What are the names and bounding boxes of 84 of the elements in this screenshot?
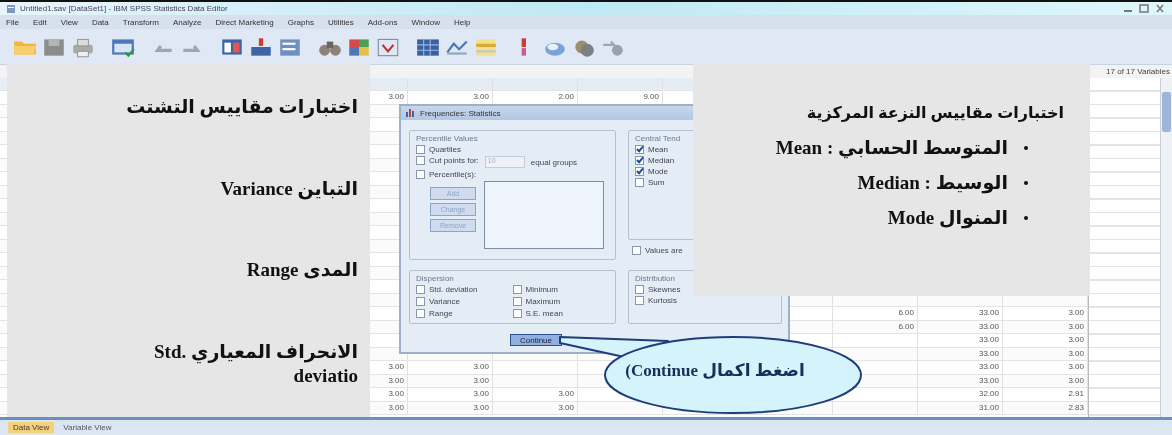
table-cell: 3.00: [493, 401, 578, 414]
menu-item[interactable]: View: [60, 17, 78, 27]
table-cell: 3.00: [408, 374, 493, 387]
menu-item[interactable]: Graphs: [287, 17, 314, 27]
menu-item[interactable]: File: [6, 17, 19, 27]
group-label: Central Tend: [635, 134, 682, 143]
dialog-title: Frequencies: Statistics: [420, 108, 501, 118]
measure-label: الوسيط : Median: [857, 171, 1008, 194]
menu-item[interactable]: Analyze: [172, 17, 202, 27]
menu-item[interactable]: Data: [91, 17, 109, 27]
maximize-icon[interactable]: [1138, 4, 1150, 13]
equal-groups-label: equal groups: [530, 157, 578, 167]
table-cell: 31.00: [918, 401, 1003, 414]
option-checkbox[interactable]: Kurtosis: [635, 296, 677, 305]
menu-item[interactable]: Help: [453, 17, 471, 27]
table-cell: 33.00: [918, 347, 1003, 360]
percentile-list[interactable]: [484, 181, 604, 249]
table-cell: 3.00: [1003, 361, 1088, 374]
option-checkbox[interactable]: Std. deviation: [416, 285, 478, 294]
measure-label: المدى Range: [245, 258, 358, 283]
option-checkbox[interactable]: Variance: [416, 297, 460, 306]
table-cell: 9.00: [578, 91, 663, 104]
scroll-thumb[interactable]: [1162, 92, 1171, 132]
table-cell: 3.00: [408, 91, 493, 104]
table-cell: 33.00: [918, 361, 1003, 374]
option-checkbox[interactable]: S.E. mean: [512, 309, 563, 318]
bullet-icon: [1024, 180, 1028, 185]
option-checkbox[interactable]: Maximum: [512, 297, 561, 306]
view-tab[interactable]: Data View: [8, 422, 55, 433]
app-icon: [6, 3, 16, 14]
menu-item[interactable]: Direct Marketing: [215, 17, 274, 27]
table-cell: 3.00: [408, 388, 493, 401]
measure-label: التباين Variance: [219, 176, 358, 202]
group-label: Percentile Values: [416, 134, 479, 143]
table-cell: 33.00: [918, 320, 1003, 333]
table-cell: 33.00: [918, 334, 1003, 347]
chart-icon: [405, 108, 416, 118]
table-cell: 33.00: [918, 374, 1003, 387]
table-cell: 32.00: [918, 388, 1003, 401]
menu-item[interactable]: Edit: [32, 17, 47, 27]
close-icon[interactable]: [1154, 4, 1166, 13]
group-label: Dispersion: [416, 274, 455, 283]
option-checkbox[interactable]: Range: [416, 309, 453, 318]
menu-item[interactable]: Add-ons: [367, 17, 398, 27]
scrollbar[interactable]: [1160, 78, 1172, 417]
menu-item[interactable]: Utilities: [327, 17, 354, 27]
option-checkbox[interactable]: Skewnes: [635, 285, 681, 294]
option-checkbox[interactable]: Minimum: [512, 285, 558, 294]
percentiles-checkbox[interactable]: Percentile(s):: [416, 170, 477, 179]
measure-label: المنوال Mode: [887, 206, 1008, 229]
table-cell: 3.00: [1003, 347, 1088, 360]
table-cell: 2.91: [1003, 388, 1088, 401]
window-title: Untitled1.sav [DataSet1] - IBM SPSS Statistics Data Editor: [20, 4, 228, 13]
measure-label: المتوسط الحسابي : Mean: [775, 136, 1008, 159]
menu-item[interactable]: Transform: [122, 17, 159, 27]
option-checkbox[interactable]: Sum: [635, 178, 665, 187]
continue-button[interactable]: Continue: [510, 334, 562, 346]
table-cell: 3.00: [408, 361, 493, 374]
group-label: Distribution: [635, 274, 676, 283]
table-cell: 2.00: [493, 91, 578, 104]
bullet-icon: [1024, 215, 1028, 220]
menu-item[interactable]: Window: [411, 17, 440, 27]
table-cell: 3.00: [408, 401, 493, 414]
table-cell: 3.00: [1003, 374, 1088, 387]
option-checkbox[interactable]: Mean: [635, 145, 668, 154]
quartiles-checkbox[interactable]: Quartiles: [416, 145, 461, 154]
values-checkbox[interactable]: Values are: [628, 246, 683, 255]
table-cell: 2.83: [1003, 401, 1088, 414]
callout-text: اضغط اكمال Continue): [624, 360, 806, 381]
table-cell: 6.00: [833, 320, 918, 333]
table-cell: 3.00: [1003, 307, 1088, 320]
variables-count: 17 of 17 Variables: [1106, 67, 1170, 76]
panel-heading: اختبارات مقاييس النزعة المركزية: [806, 103, 1064, 122]
view-tab[interactable]: Variable View: [58, 422, 117, 433]
option-checkbox[interactable]: Mode: [635, 167, 668, 176]
table-cell: 3.00: [493, 388, 578, 401]
bullet-icon: [1024, 145, 1028, 150]
cut-points-checkbox[interactable]: Cut points for:: [416, 156, 479, 165]
bar-chart-icon[interactable]: [248, 35, 274, 58]
option-checkbox[interactable]: Median: [635, 156, 675, 165]
table-cell: 33.00: [918, 307, 1003, 320]
table-cell: 6.00: [833, 307, 918, 320]
table-cell: 3.00: [1003, 320, 1088, 333]
table-cell: 3.00: [1003, 334, 1088, 347]
